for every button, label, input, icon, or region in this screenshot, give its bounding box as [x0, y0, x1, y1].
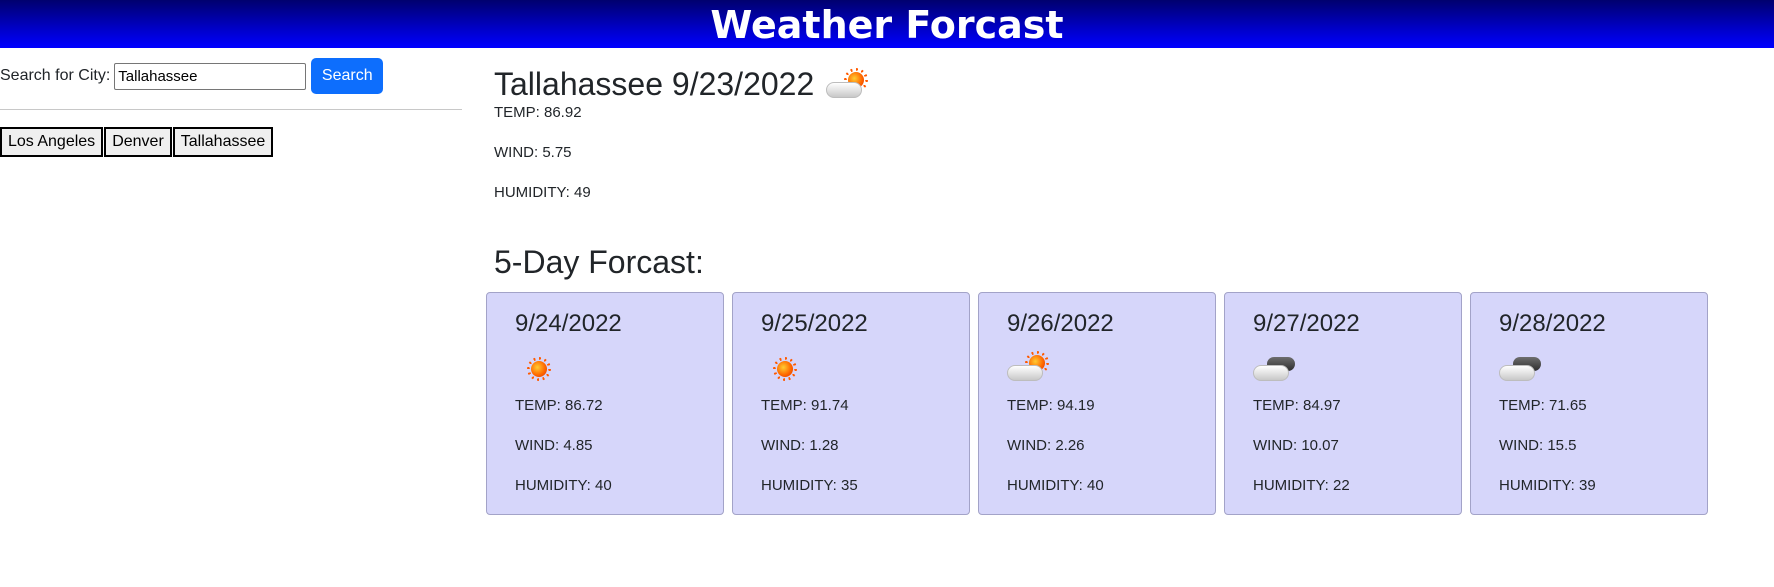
current-wind: WIND: 5.75 [494, 144, 572, 161]
forecast-temp: TEMP: 84.97 [1253, 397, 1341, 414]
forecast-temp: TEMP: 71.65 [1499, 397, 1587, 414]
forecast-temp: TEMP: 86.72 [515, 397, 603, 414]
forecast-humidity: HUMIDITY: 22 [1253, 477, 1350, 494]
forecast-card: 9/25/2022 TEMP: 91.74 WIND: 1.28 HUMIDIT… [732, 292, 970, 515]
search-form: Search for City: Search [0, 58, 384, 94]
search-label: Search for City: [0, 67, 111, 84]
forecast-temp: TEMP: 94.19 [1007, 397, 1095, 414]
forecast-wind: WIND: 4.85 [515, 437, 593, 454]
forecast-date: 9/25/2022 [761, 310, 868, 337]
clear-sky-icon [515, 351, 565, 385]
search-history: Los Angeles Denver Tallahassee [0, 127, 274, 157]
search-button[interactable]: Search [311, 58, 384, 94]
forecast-wind: WIND: 2.26 [1007, 437, 1085, 454]
forecast-humidity: HUMIDITY: 40 [1007, 477, 1104, 494]
forecast-temp: TEMP: 91.74 [761, 397, 849, 414]
city-search-input[interactable] [114, 62, 307, 90]
forecast-date: 9/27/2022 [1253, 310, 1360, 337]
history-button-los-angeles[interactable]: Los Angeles [0, 127, 104, 157]
broken-clouds-icon [1499, 351, 1549, 385]
forecast-date: 9/28/2022 [1499, 310, 1606, 337]
broken-clouds-icon [1253, 351, 1303, 385]
page-title: Weather Forcast [710, 3, 1064, 47]
current-weather-title: Tallahassee 9/23/2022 [494, 66, 874, 103]
history-button-tallahassee[interactable]: Tallahassee [172, 127, 274, 157]
forecast-card: 9/27/2022 TEMP: 84.97 WIND: 10.07 HUMIDI… [1224, 292, 1462, 515]
history-button-denver[interactable]: Denver [104, 127, 172, 157]
forecast-card: 9/28/2022 TEMP: 71.65 WIND: 15.5 HUMIDIT… [1470, 292, 1708, 515]
few-clouds-icon [1007, 351, 1057, 385]
forecast-date: 9/24/2022 [515, 310, 622, 337]
forecast-wind: WIND: 10.07 [1253, 437, 1339, 454]
current-city-date: Tallahassee 9/23/2022 [494, 66, 815, 102]
clear-sky-icon [761, 351, 811, 385]
forecast-humidity: HUMIDITY: 40 [515, 477, 612, 494]
forecast-card: 9/24/2022 TEMP: 86.72 WIND: 4.85 HUMIDIT… [486, 292, 724, 515]
forecast-humidity: HUMIDITY: 35 [761, 477, 858, 494]
current-humidity: HUMIDITY: 49 [494, 184, 591, 201]
forecast-card: 9/26/2022 TEMP: 94.19 WIND: 2.26 HUMIDIT… [978, 292, 1216, 515]
forecast-wind: WIND: 15.5 [1499, 437, 1577, 454]
forecast-wind: WIND: 1.28 [761, 437, 839, 454]
forecast-cards: 9/24/2022 TEMP: 86.72 WIND: 4.85 HUMIDIT… [486, 292, 1716, 515]
sidebar-divider [0, 109, 462, 110]
current-temp: TEMP: 86.92 [494, 104, 582, 121]
few-clouds-icon [824, 67, 874, 102]
forecast-humidity: HUMIDITY: 39 [1499, 477, 1596, 494]
forecast-date: 9/26/2022 [1007, 310, 1114, 337]
forecast-title: 5-Day Forcast: [494, 244, 704, 280]
app-header: Weather Forcast [0, 0, 1774, 48]
